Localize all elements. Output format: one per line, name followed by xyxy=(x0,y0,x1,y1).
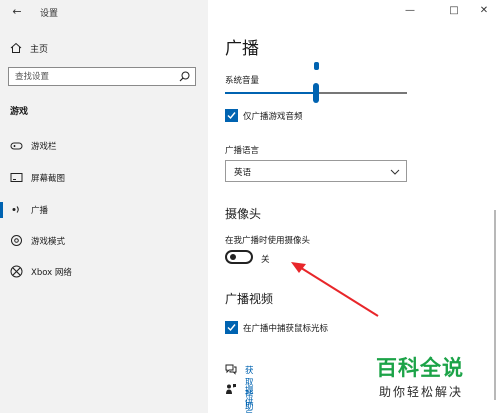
nav-item-game-mode[interactable]: 游戏模式 xyxy=(0,229,208,253)
minimize-button[interactable]: — xyxy=(398,3,422,19)
back-arrow-icon: ← xyxy=(12,5,22,18)
search-input[interactable] xyxy=(9,68,169,85)
nav-section-label: 游戏 xyxy=(10,107,29,117)
nav-home-label: 主页 xyxy=(30,45,49,55)
home-icon xyxy=(10,42,22,53)
toggle-state-label: 关 xyxy=(261,255,270,265)
search-box xyxy=(8,67,196,86)
game-mode-icon xyxy=(11,235,22,246)
toggle-knob xyxy=(230,254,236,260)
select-value: 英语 xyxy=(234,168,252,178)
camera-section-title: 摄像头 xyxy=(225,207,262,221)
broadcast-language-select[interactable]: 英语 xyxy=(225,160,407,182)
broadcast-video-section-title: 广播视频 xyxy=(225,292,274,306)
nav-home[interactable]: 主页 xyxy=(0,38,208,58)
link-label[interactable]: 提供反馈 xyxy=(245,384,254,413)
help-chat-icon xyxy=(225,364,237,375)
page-title: 广播 xyxy=(225,39,259,59)
use-camera-toggle[interactable] xyxy=(225,250,253,264)
nav-item-captures[interactable]: 屏幕截图 xyxy=(0,166,208,190)
back-button[interactable]: ← xyxy=(8,4,26,20)
system-volume-slider[interactable] xyxy=(225,83,407,103)
nav-item-label: 屏幕截图 xyxy=(31,174,66,184)
use-camera-label: 在我广播时使用摄像头 xyxy=(225,236,311,246)
search-icon[interactable] xyxy=(179,71,190,82)
nav-item-label: Xbox 网络 xyxy=(31,268,72,278)
slider-thumb-fragment xyxy=(314,62,319,70)
watermark-title: 百科全说 xyxy=(376,356,464,380)
broadcast-language-label: 广播语言 xyxy=(225,146,260,156)
app-title: 设置 xyxy=(40,9,59,19)
nav-item-game-bar[interactable]: 游戏栏 xyxy=(0,134,208,158)
close-button[interactable]: ✕ xyxy=(472,3,496,19)
checkmark-icon xyxy=(227,112,236,120)
chevron-down-icon xyxy=(390,169,400,175)
maximize-button[interactable]: □ xyxy=(442,3,466,19)
xbox-icon xyxy=(10,265,23,278)
watermark-logo: 百科全说 助你轻松解决 xyxy=(376,352,494,404)
slider-thumb[interactable] xyxy=(313,83,319,103)
scrollbar[interactable] xyxy=(494,210,496,400)
nav-item-label: 广播 xyxy=(31,206,49,216)
checkbox-label: 仅广播游戏音频 xyxy=(243,112,303,122)
nav-item-broadcast[interactable]: 广播 xyxy=(0,198,208,222)
title-bar: ← 设置 xyxy=(0,0,208,24)
feedback-person-icon xyxy=(226,384,236,394)
checkbox[interactable] xyxy=(225,109,238,122)
system-volume-label: 系统音量 xyxy=(225,76,260,86)
nav-item-xbox-network[interactable]: Xbox 网络 xyxy=(0,260,208,284)
slider-fill xyxy=(225,92,316,94)
watermark-subtitle: 助你轻松解决 xyxy=(379,385,464,399)
game-bar-icon xyxy=(10,142,23,150)
navigation-pane: ← 设置 主页 游戏 游戏栏 屏幕截图 xyxy=(0,0,208,413)
checkbox-label: 在广播中捕获鼠标光标 xyxy=(243,324,329,334)
checkbox[interactable] xyxy=(225,321,238,334)
captures-icon xyxy=(10,173,23,182)
checkmark-icon xyxy=(227,324,236,332)
nav-item-label: 游戏栏 xyxy=(31,142,57,152)
broadcast-icon xyxy=(12,206,19,213)
nav-item-label: 游戏模式 xyxy=(31,237,66,247)
